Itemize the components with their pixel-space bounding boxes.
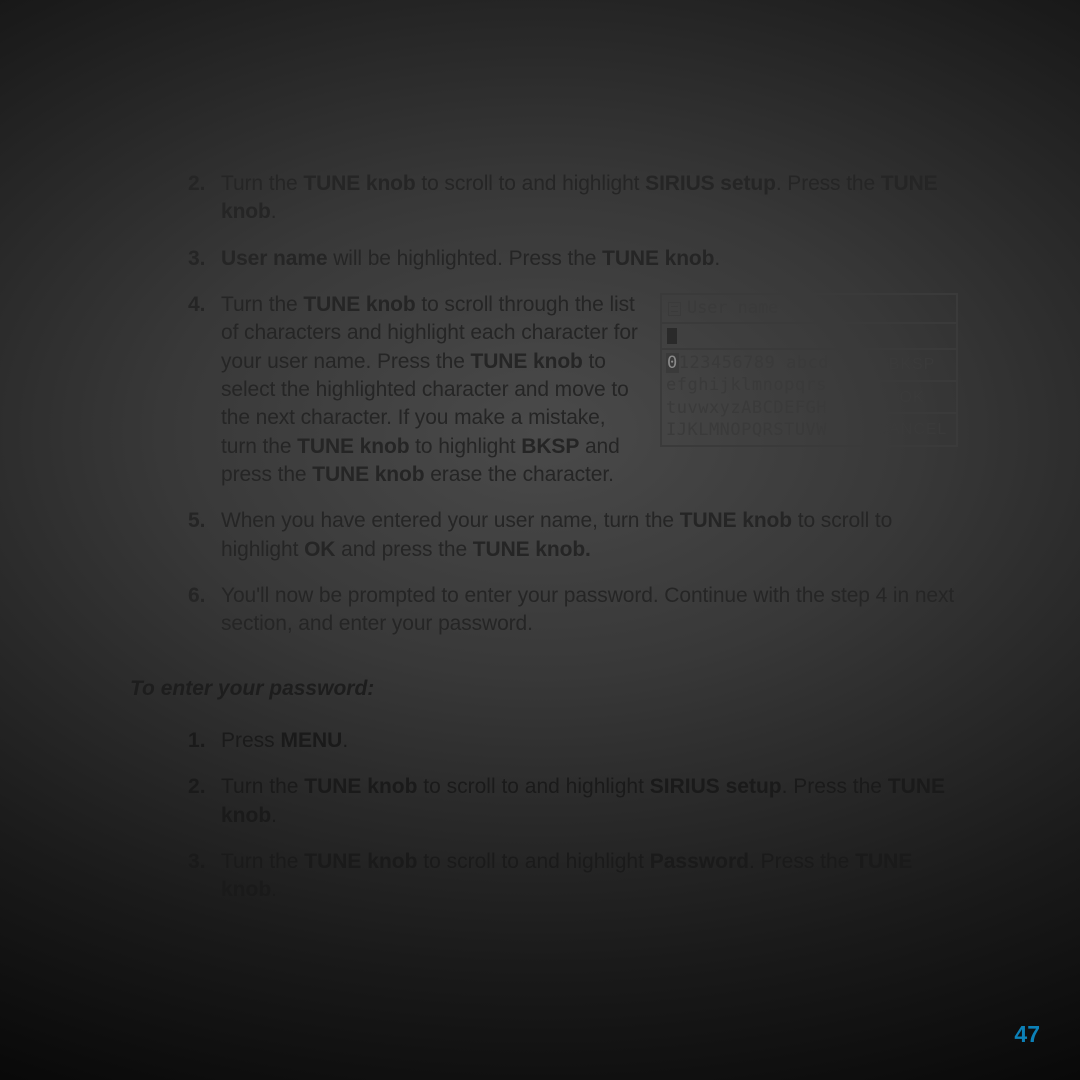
page-number: 47 (1014, 1021, 1040, 1048)
screen-title-text: User name (687, 297, 778, 320)
character-grid: 0123456789 abcd efghijklmnopqrs tuvwxyzA… (662, 350, 866, 445)
ok-button: OK (868, 382, 956, 414)
char-row-4: IJKLMNOPQRSTUVW (666, 419, 866, 441)
step-4: Turn the TUNE knob to scroll through the… (128, 291, 958, 489)
bksp-button: BKSP (868, 350, 956, 382)
char-row-2: efghijklmnopqrs (666, 374, 866, 396)
password-steps: Press MENU. Turn the TUNE knob to scroll… (128, 727, 958, 905)
pw-step-2: Turn the TUNE knob to scroll to and high… (128, 773, 958, 830)
step-5: When you have entered your user name, tu… (128, 507, 958, 564)
step-3: User name will be highlighted. Press the… (128, 245, 958, 273)
step-6: You'll now be prompted to enter your pas… (128, 582, 958, 639)
pw-step-3: Turn the TUNE knob to scroll to and high… (128, 848, 958, 905)
device-screen: User name 0123456789 abcd efghijklmnopqr… (660, 293, 958, 447)
screen-button-column: BKSP OK CANCEL (866, 350, 956, 445)
list-icon (668, 302, 681, 316)
char-row-1: 0123456789 abcd (666, 352, 866, 374)
screen-input-field (662, 324, 956, 350)
step-2: Turn the TUNE knob to scroll to and high… (128, 170, 958, 227)
screen-title-bar: User name (662, 295, 956, 324)
text-cursor (667, 328, 677, 344)
username-steps: Turn the TUNE knob to scroll to and high… (128, 170, 958, 639)
step-4-text: Turn the TUNE knob to scroll through the… (221, 291, 644, 489)
password-subheading: To enter your password: (130, 677, 958, 701)
cancel-button: CANCEL (868, 414, 956, 444)
pw-step-1: Press MENU. (128, 727, 958, 755)
manual-page: Turn the TUNE knob to scroll to and high… (128, 170, 958, 923)
char-row-3: tuvwxyzABCDEFGH (666, 397, 866, 419)
